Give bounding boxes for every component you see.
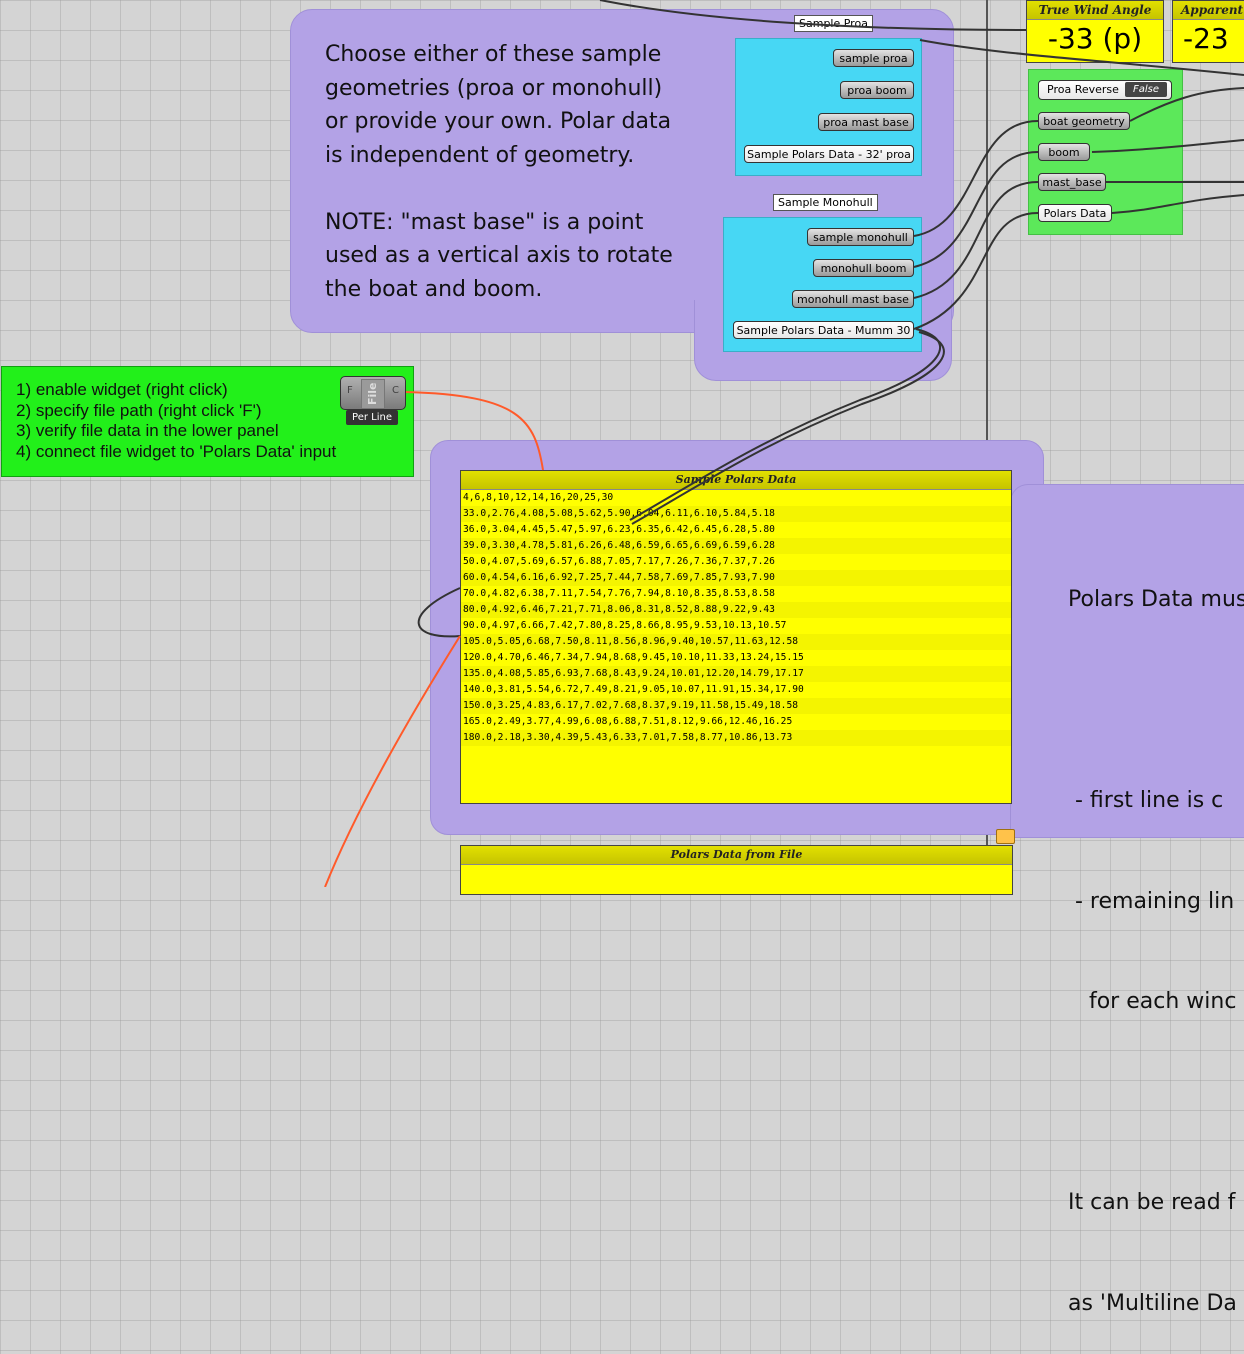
wires <box>324 0 1244 887</box>
